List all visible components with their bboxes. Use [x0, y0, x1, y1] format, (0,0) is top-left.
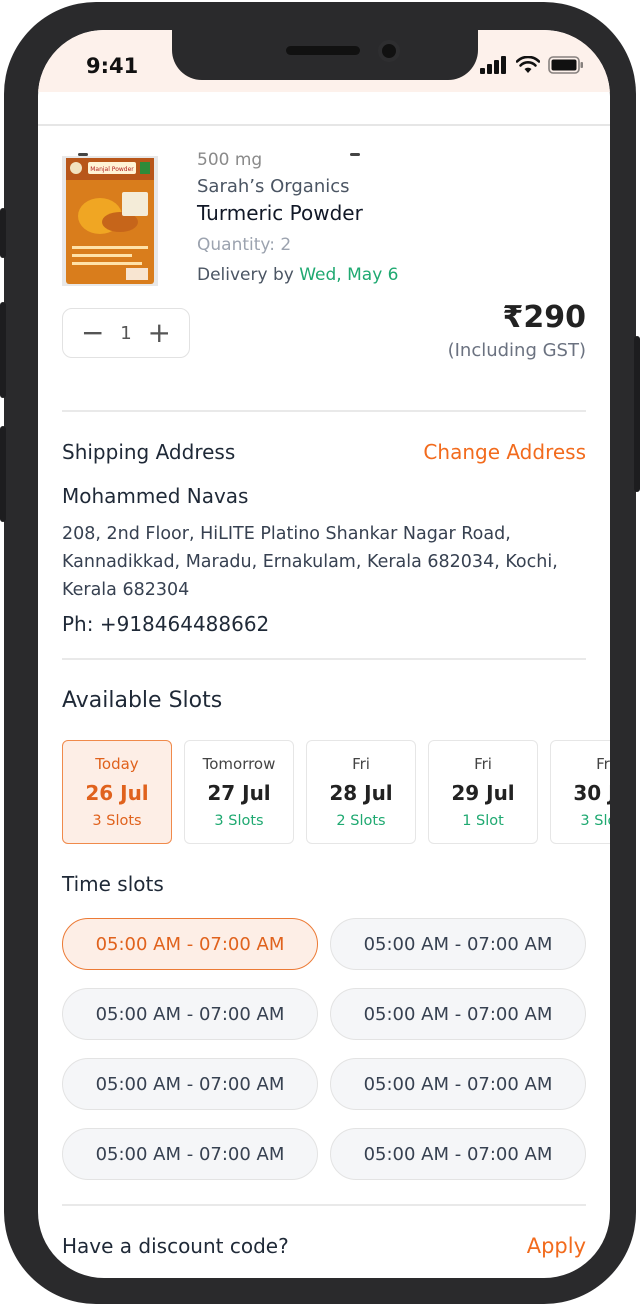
- product-info: 500 mg Sarah’s Organics Turmeric Powder …: [197, 150, 557, 285]
- divider: [62, 658, 586, 660]
- time-slot-pill[interactable]: 05:00 AM - 07:00 AM: [330, 918, 586, 970]
- volume-up-button: [0, 302, 6, 398]
- time-slot-pill[interactable]: 05:00 AM - 07:00 AM: [62, 1058, 318, 1110]
- time-slot-pill[interactable]: 05:00 AM - 07:00 AM: [330, 988, 586, 1040]
- delivery-prefix: Delivery by: [197, 265, 294, 285]
- header-bar: [38, 92, 610, 156]
- day-name: Tomorrow: [202, 755, 276, 773]
- day-selector: Today 26 Jul 3 Slots Tomorrow 27 Jul 3 S…: [62, 740, 610, 844]
- phone-frame: 9:41 Manjal Powder 500 mg Sarah’s Organi…: [0, 2, 640, 1304]
- mute-switch: [0, 208, 6, 258]
- available-slots-title: Available Slots: [62, 688, 223, 713]
- product-price: ₹290: [502, 300, 587, 335]
- discount-label: Have a discount code?: [62, 1234, 289, 1258]
- status-bar: 9:41: [38, 30, 610, 92]
- shipping-address: 208, 2nd Floor, HiLITE Platino Shankar N…: [62, 520, 586, 604]
- phone-screen: 9:41 Manjal Powder 500 mg Sarah’s Organi…: [38, 30, 610, 1278]
- time-slot-pill[interactable]: 05:00 AM - 07:00 AM: [62, 918, 318, 970]
- day-card-28-jul[interactable]: Fri 28 Jul 2 Slots: [306, 740, 416, 844]
- time-slot-pill[interactable]: 05:00 AM - 07:00 AM: [62, 1128, 318, 1180]
- day-name: Today: [95, 755, 139, 773]
- day-name: Fri: [352, 755, 370, 773]
- day-slot-count: 3 Slots: [92, 813, 142, 829]
- notch: [172, 30, 478, 80]
- volume-down-button: [0, 426, 6, 522]
- day-slot-count: 3 Slots: [580, 813, 610, 829]
- day-slot-count: 2 Slots: [336, 813, 386, 829]
- divider: [62, 410, 586, 412]
- address-line: Kerala 682304: [62, 580, 190, 600]
- battery-icon: [548, 56, 583, 74]
- speaker-grille: [286, 46, 360, 55]
- delivery-info: Delivery by Wed, May 6: [197, 265, 557, 285]
- day-date: 28 Jul: [329, 781, 393, 805]
- product-name[interactable]: Turmeric Powder: [197, 201, 557, 225]
- day-card-29-jul[interactable]: Fri 29 Jul 1 Slot: [428, 740, 538, 844]
- day-date: 27 Jul: [207, 781, 271, 805]
- decrement-button[interactable]: −: [81, 319, 104, 347]
- price-note: (Including GST): [447, 340, 586, 361]
- time-slot-pill[interactable]: 05:00 AM - 07:00 AM: [330, 1128, 586, 1180]
- time-slots-title: Time slots: [62, 872, 164, 896]
- package-label: Manjal Powder: [90, 166, 134, 173]
- day-slot-count: 3 Slots: [214, 813, 264, 829]
- day-date: 26 Jul: [85, 781, 149, 805]
- time-slot-pill[interactable]: 05:00 AM - 07:00 AM: [62, 988, 318, 1040]
- day-name: Fri: [596, 755, 610, 773]
- power-button: [634, 336, 640, 492]
- product-brand: Sarah’s Organics: [197, 176, 350, 197]
- address-line: 208, 2nd Floor, HiLITE Platino Shankar N…: [62, 524, 511, 544]
- shipping-name: Mohammed Navas: [62, 484, 249, 508]
- quantity-stepper: − 1 +: [62, 308, 190, 358]
- day-slot-count: 1 Slot: [462, 813, 504, 829]
- increment-button[interactable]: +: [148, 319, 171, 347]
- signal-icon: [480, 56, 506, 74]
- day-card-tomorrow[interactable]: Tomorrow 27 Jul 3 Slots: [184, 740, 294, 844]
- day-name: Fri: [474, 755, 492, 773]
- wifi-icon: [516, 56, 540, 73]
- address-line: Kannadikkad, Maradu, Ernakulam, Kerala 6…: [62, 552, 558, 572]
- time-slot-pill[interactable]: 05:00 AM - 07:00 AM: [330, 1058, 586, 1110]
- status-time: 9:41: [86, 54, 139, 78]
- front-camera: [378, 40, 400, 62]
- product-quantity: Quantity: 2: [197, 235, 292, 255]
- day-card-30-jul[interactable]: Fri 30 Jul 3 Slots: [550, 740, 610, 844]
- product-image: Manjal Powder: [62, 156, 158, 286]
- divider: [62, 1204, 586, 1206]
- apply-discount-button[interactable]: Apply: [527, 1234, 586, 1258]
- shipping-title: Shipping Address: [62, 440, 236, 464]
- change-address-link[interactable]: Change Address: [423, 440, 586, 464]
- delivery-date: Wed, May 6: [299, 265, 399, 285]
- day-date: 29 Jul: [451, 781, 515, 805]
- day-date: 30 Jul: [573, 781, 610, 805]
- day-card-today[interactable]: Today 26 Jul 3 Slots: [62, 740, 172, 844]
- shipping-phone: Ph: +918464488662: [62, 612, 270, 636]
- status-icons: [480, 56, 584, 74]
- product-weight: 500 mg: [197, 150, 263, 170]
- stepper-value: 1: [120, 322, 132, 344]
